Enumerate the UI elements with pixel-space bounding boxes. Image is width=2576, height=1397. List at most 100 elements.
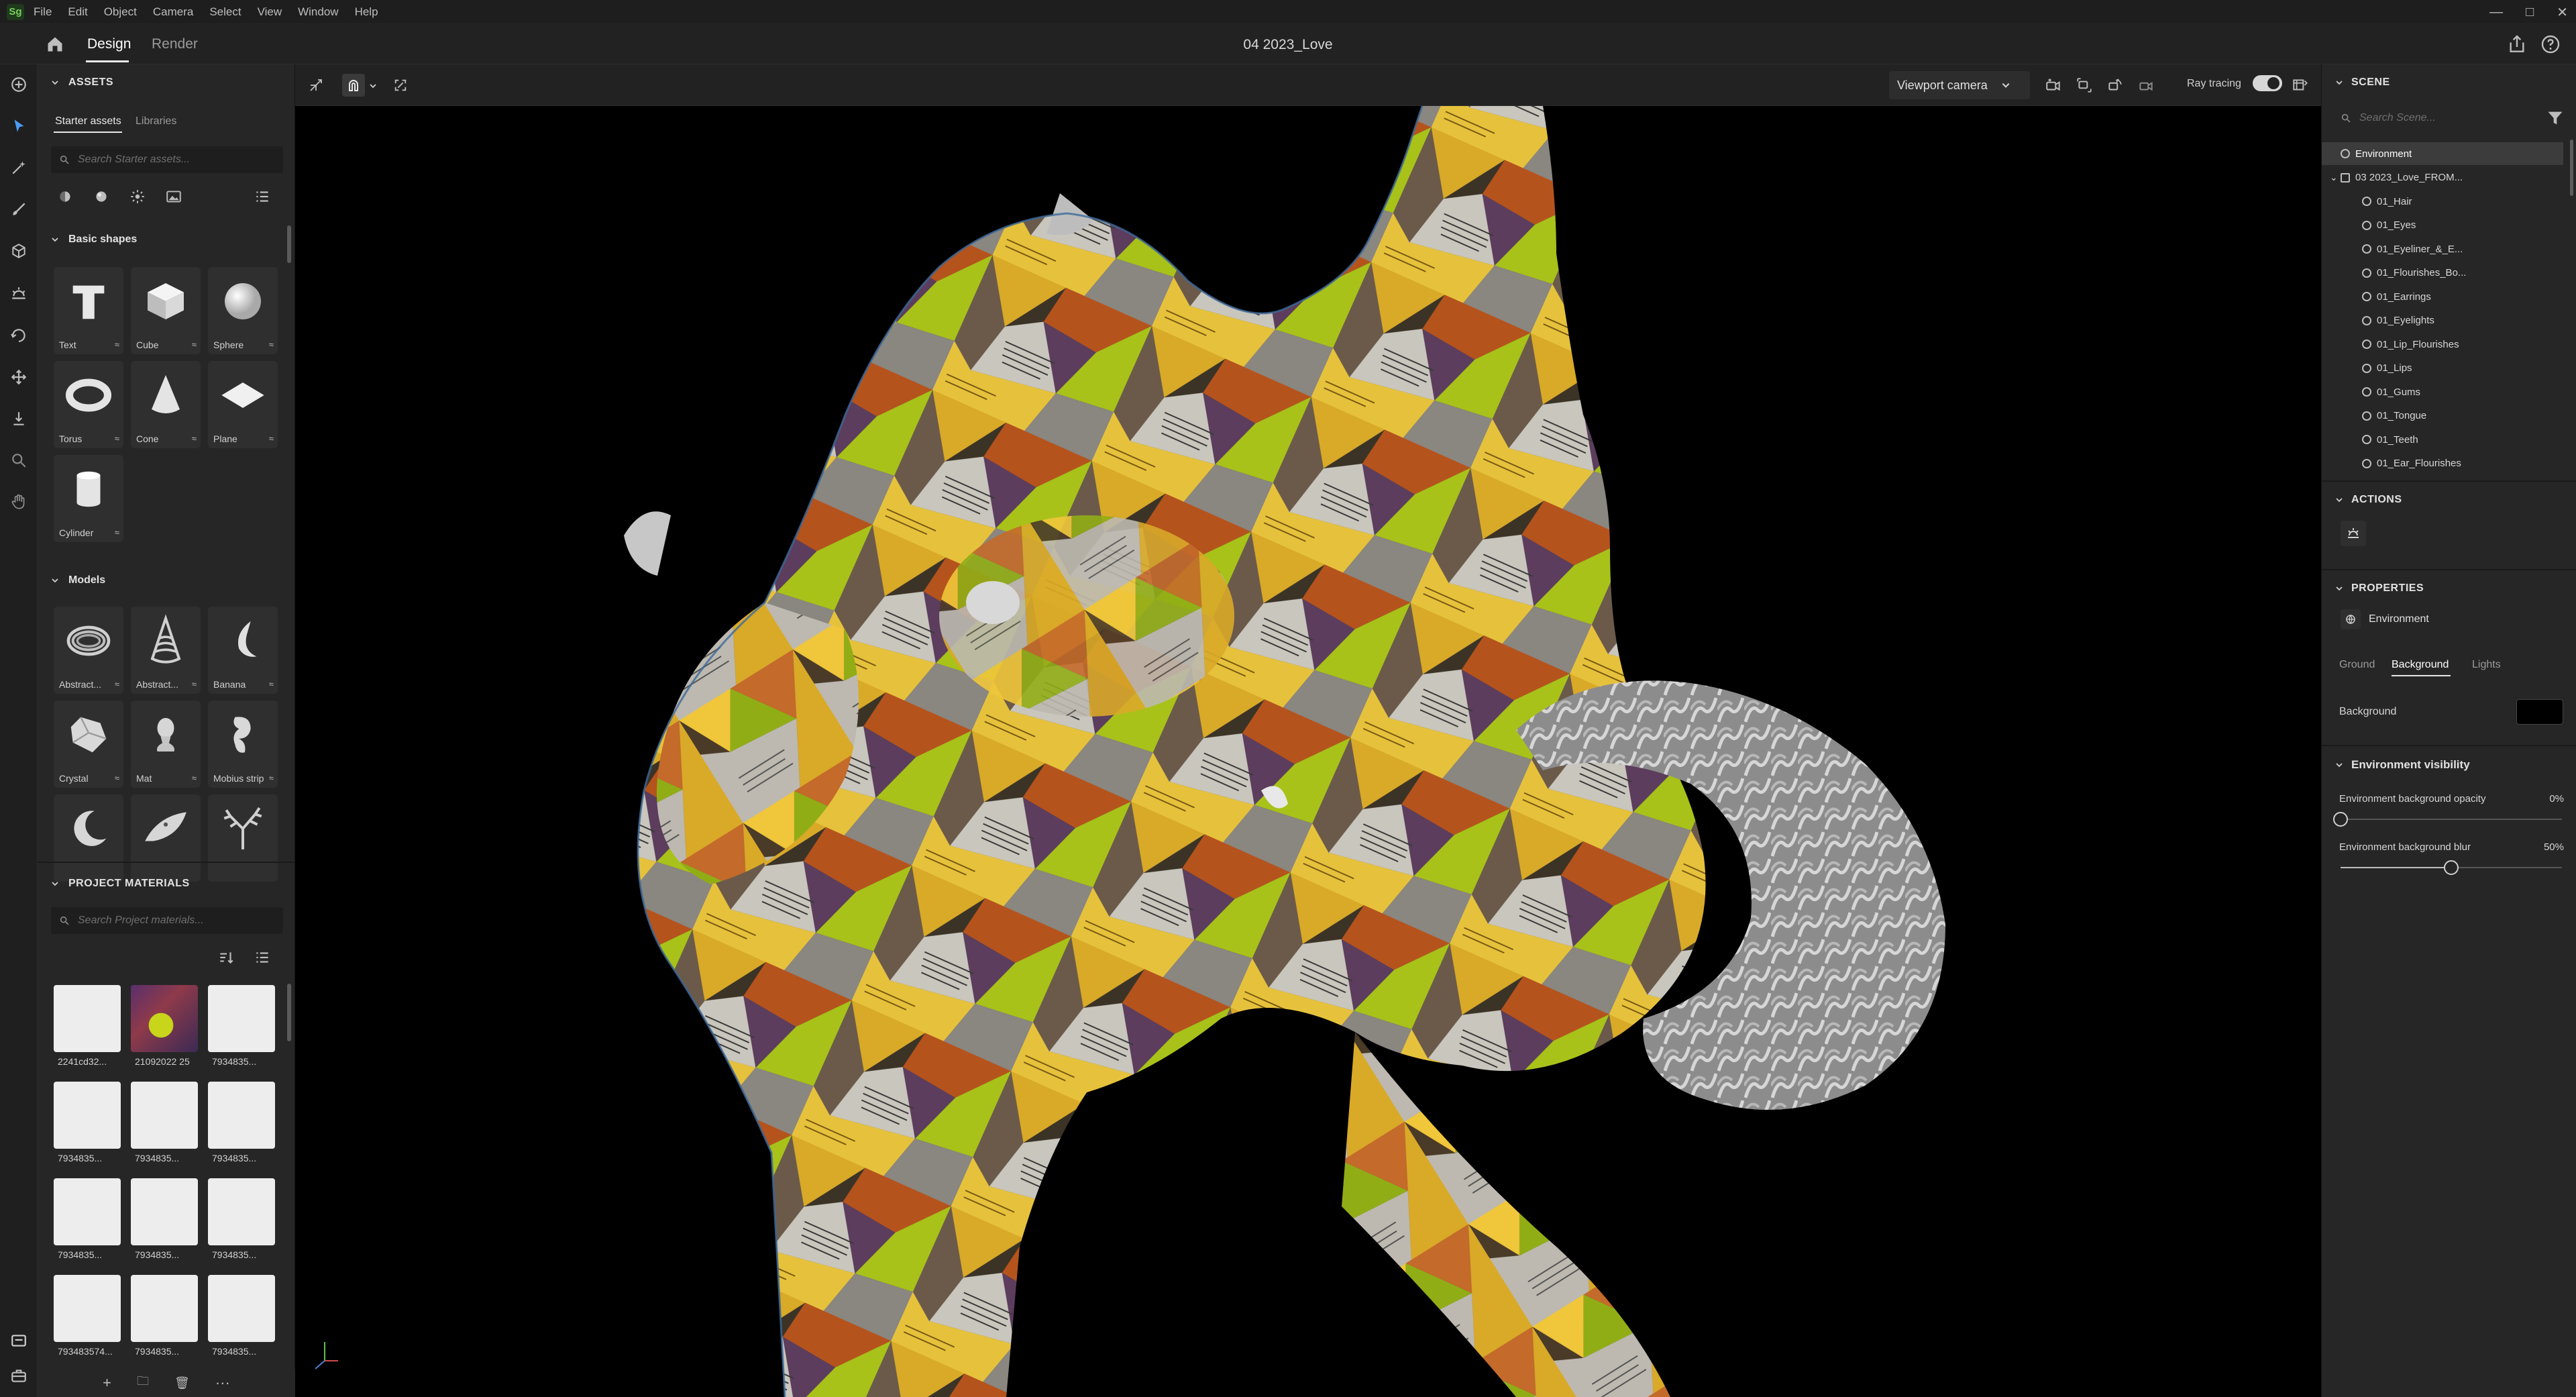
viewport-canvas[interactable]: [295, 106, 2321, 1397]
tile-options-icon[interactable]: ≈: [269, 679, 274, 689]
background-color-swatch[interactable]: [2516, 699, 2563, 725]
menu-item-select[interactable]: Select: [209, 5, 241, 19]
asset-tile[interactable]: Plane ≈: [208, 361, 278, 448]
scene-tree-item[interactable]: 01_Earrings: [2322, 285, 2563, 308]
ray-tracing-toggle[interactable]: [2253, 75, 2282, 91]
scene-tree-item[interactable]: 01_Eyeliner_&_E...: [2322, 238, 2563, 260]
transform-button[interactable]: [305, 74, 327, 97]
material-tile[interactable]: 7934835...: [54, 1082, 121, 1169]
object-tool[interactable]: [7, 239, 31, 263]
asset-tile[interactable]: Cube ≈: [131, 267, 201, 354]
tile-options-icon[interactable]: ≈: [115, 527, 119, 537]
camera-bookmark-button[interactable]: [2135, 74, 2157, 97]
menu-item-object[interactable]: Object: [104, 5, 137, 19]
models-header[interactable]: Models: [51, 574, 105, 586]
material-tile[interactable]: 7934835...: [208, 1275, 275, 1362]
help-button[interactable]: [2540, 34, 2561, 55]
camera-frame-button[interactable]: [2073, 74, 2096, 97]
menu-item-view[interactable]: View: [258, 5, 282, 19]
materials-scrollbar[interactable]: [287, 984, 291, 1041]
materials-filter-icon[interactable]: [56, 188, 74, 205]
expand-chevron-icon[interactable]: ⌄: [2330, 172, 2341, 183]
menu-item-edit[interactable]: Edit: [68, 5, 87, 19]
scene-tree-item[interactable]: 01_Tongue: [2322, 405, 2563, 427]
trash-icon[interactable]: 🗑: [174, 1376, 190, 1390]
project-materials-search[interactable]: Search Project materials...: [51, 907, 283, 934]
asset-tile[interactable]: Mobius strip ≈: [208, 701, 278, 788]
menu-item-window[interactable]: Window: [298, 5, 338, 19]
select-tool[interactable]: [7, 114, 31, 138]
scene-tree-item[interactable]: 01_Teeth: [2322, 428, 2563, 451]
list-view-icon[interactable]: [254, 188, 271, 205]
tab-background[interactable]: Background: [2392, 659, 2449, 671]
move-tool[interactable]: [7, 365, 31, 389]
material-tile[interactable]: 7934835...: [131, 1275, 198, 1362]
opacity-slider[interactable]: [2333, 812, 2562, 827]
assets-scrollbar[interactable]: [287, 225, 291, 263]
asset-tile[interactable]: Crystal ≈: [54, 701, 123, 788]
opacity-slider-knob[interactable]: [2333, 812, 2348, 827]
minimize-icon[interactable]: —: [2489, 5, 2503, 20]
tab-starter-assets[interactable]: Starter assets: [55, 115, 121, 127]
asset-tile[interactable]: Sphere ≈: [208, 267, 278, 354]
scene-tree-item[interactable]: 01_Flourishes_Bo...: [2322, 262, 2563, 284]
tile-options-icon[interactable]: ≈: [192, 679, 197, 689]
camera-orbit-button[interactable]: [2104, 74, 2127, 97]
scene-header[interactable]: SCENE: [2335, 76, 2390, 89]
sphere-filter-icon[interactable]: [93, 188, 110, 205]
scene-tree-item[interactable]: ⌄ 03 2023_Love_FROM...: [2322, 166, 2563, 189]
tile-options-icon[interactable]: ≈: [269, 433, 274, 444]
close-icon[interactable]: ✕: [2557, 4, 2568, 21]
scene-tree-item[interactable]: 01_Gums: [2322, 380, 2563, 403]
tile-options-icon[interactable]: ≈: [192, 340, 197, 350]
scene-tree-item[interactable]: 01_Eyelights: [2322, 309, 2563, 332]
material-tile[interactable]: 21092022 25: [131, 985, 198, 1072]
scene-tree-item[interactable]: 01_Hair: [2322, 190, 2563, 213]
scene-tree-item[interactable]: 01_Eyes: [2322, 214, 2563, 237]
asset-panel-toggle[interactable]: [7, 1329, 31, 1353]
share-button[interactable]: [2506, 34, 2528, 55]
project-materials-header[interactable]: PROJECT MATERIALS: [51, 878, 190, 890]
blur-slider-knob[interactable]: [2444, 860, 2459, 875]
adjust-lighting-action[interactable]: [2341, 521, 2366, 546]
magic-select-tool[interactable]: [7, 156, 31, 180]
tile-options-icon[interactable]: ≈: [115, 679, 119, 689]
material-tile[interactable]: 7934835...: [208, 985, 275, 1072]
material-tile[interactable]: 7934835...: [131, 1178, 198, 1265]
scene-scrollbar[interactable]: [2570, 140, 2573, 196]
tile-options-icon[interactable]: ≈: [269, 773, 274, 783]
asset-tile[interactable]: Abstract... ≈: [131, 607, 201, 694]
add-button[interactable]: [7, 72, 31, 97]
tile-options-icon[interactable]: ≈: [115, 433, 119, 444]
basic-shapes-header[interactable]: Basic shapes: [51, 234, 137, 246]
starter-assets-search[interactable]: Search Starter assets...: [51, 146, 283, 173]
menu-item-file[interactable]: File: [34, 5, 52, 19]
asset-tile[interactable]: Abstract... ≈: [54, 607, 123, 694]
material-tile[interactable]: 7934835...: [208, 1082, 275, 1169]
tile-options-icon[interactable]: ≈: [115, 773, 119, 783]
tile-options-icon[interactable]: ≈: [115, 340, 119, 350]
asset-tile[interactable]: [54, 794, 123, 882]
frame-button[interactable]: [389, 74, 412, 97]
filter-icon[interactable]: [2546, 109, 2565, 127]
menu-item-help[interactable]: Help: [355, 5, 378, 19]
asset-tile[interactable]: Cylinder ≈: [54, 455, 123, 542]
asset-tile[interactable]: [131, 794, 201, 882]
scene-tree-item[interactable]: 01_Ear_Flourishes: [2322, 452, 2563, 475]
scene-tree-item[interactable]: Environment: [2322, 142, 2563, 165]
zoom-tool[interactable]: [7, 448, 31, 472]
actions-header[interactable]: ACTIONS: [2335, 494, 2402, 506]
chevron-down-icon[interactable]: [369, 82, 377, 90]
asset-tile[interactable]: Cone ≈: [131, 361, 201, 448]
asset-tile[interactable]: Banana ≈: [208, 607, 278, 694]
tab-ground[interactable]: Ground: [2339, 659, 2375, 671]
more-options-icon[interactable]: ···: [215, 1374, 230, 1392]
paint-tool[interactable]: [7, 197, 31, 221]
properties-header[interactable]: PROPERTIES: [2335, 582, 2424, 594]
scene-tree-item[interactable]: 01_Lip_Flourishes: [2322, 333, 2563, 356]
maximize-icon[interactable]: □: [2526, 5, 2534, 20]
pan-tool[interactable]: [7, 490, 31, 514]
new-folder-icon[interactable]: 🗀: [137, 1373, 149, 1393]
tile-options-icon[interactable]: ≈: [192, 433, 197, 444]
material-tile[interactable]: 7934835...: [131, 1082, 198, 1169]
